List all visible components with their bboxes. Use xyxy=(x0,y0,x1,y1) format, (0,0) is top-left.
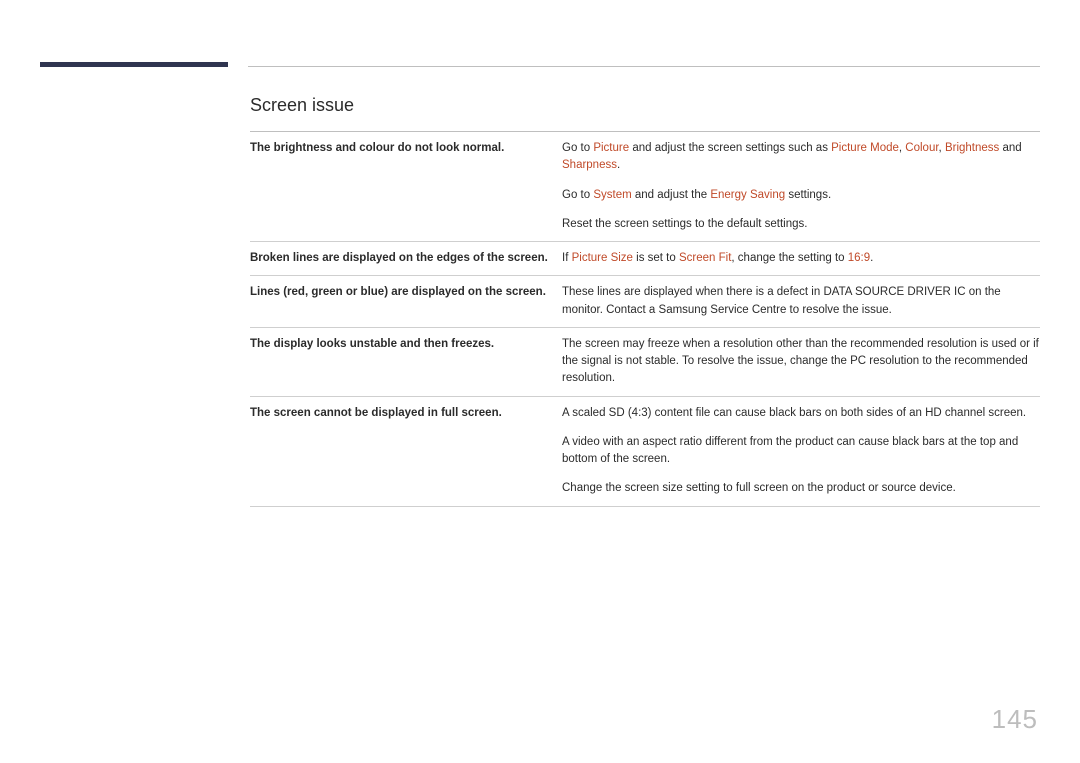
table-row: Lines (red, green or blue) are displayed… xyxy=(250,276,1040,328)
solution-text: Go to xyxy=(562,189,593,201)
troubleshooting-table: The brightness and colour do not look no… xyxy=(250,131,1040,507)
solution-text: These lines are displayed when there is … xyxy=(562,286,1001,315)
highlighted-term: System xyxy=(593,189,631,201)
manual-page: Screen issue The brightness and colour d… xyxy=(0,0,1080,763)
solution-text: A video with an aspect ratio different f… xyxy=(562,436,1018,465)
solution-text: Reset the screen settings to the default… xyxy=(562,218,807,230)
solution-cell: Go to Picture and adjust the screen sett… xyxy=(562,132,1040,183)
table-row: The display looks unstable and then free… xyxy=(250,327,1040,396)
highlighted-term: Picture Size xyxy=(572,252,633,264)
top-rule xyxy=(248,66,1040,67)
table-row: Broken lines are displayed on the edges … xyxy=(250,242,1040,276)
solution-cell: These lines are displayed when there is … xyxy=(562,276,1040,328)
section-title: Screen issue xyxy=(250,95,354,116)
issue-cell: The screen cannot be displayed in full s… xyxy=(250,396,562,430)
solution-text: Change the screen size setting to full s… xyxy=(562,482,956,494)
table-row: Go to System and adjust the Energy Savin… xyxy=(250,183,1040,212)
highlighted-term: Screen Fit xyxy=(679,252,731,264)
table-row: Change the screen size setting to full s… xyxy=(250,476,1040,506)
solution-text: , change the setting to xyxy=(731,252,847,264)
issue-cell xyxy=(250,430,562,477)
solution-text: and xyxy=(999,142,1021,154)
issue-cell xyxy=(250,183,562,212)
solution-text: A scaled SD (4:3) content file can cause… xyxy=(562,407,1026,419)
table-row: Reset the screen settings to the default… xyxy=(250,212,1040,242)
issue-cell xyxy=(250,212,562,242)
highlighted-term: Picture xyxy=(593,142,629,154)
issue-cell: The display looks unstable and then free… xyxy=(250,327,562,396)
issue-cell: Broken lines are displayed on the edges … xyxy=(250,242,562,276)
highlighted-term: Colour xyxy=(905,142,938,154)
issue-cell: Lines (red, green or blue) are displayed… xyxy=(250,276,562,328)
solution-text: The screen may freeze when a resolution … xyxy=(562,338,1039,385)
solution-cell: If Picture Size is set to Screen Fit, ch… xyxy=(562,242,1040,276)
solution-text: Go to xyxy=(562,142,593,154)
highlighted-term: Picture Mode xyxy=(831,142,899,154)
highlighted-term: Brightness xyxy=(945,142,999,154)
table-row: The screen cannot be displayed in full s… xyxy=(250,396,1040,430)
solution-text: . xyxy=(617,159,620,171)
solution-text: If xyxy=(562,252,572,264)
solution-cell: Change the screen size setting to full s… xyxy=(562,476,1040,506)
table-row: The brightness and colour do not look no… xyxy=(250,132,1040,183)
highlighted-term: Energy Saving xyxy=(710,189,785,201)
solution-cell: The screen may freeze when a resolution … xyxy=(562,327,1040,396)
solution-text: and adjust the xyxy=(632,189,711,201)
solution-text: settings. xyxy=(785,189,831,201)
solution-cell: A video with an aspect ratio different f… xyxy=(562,430,1040,477)
table-body: The brightness and colour do not look no… xyxy=(250,132,1040,507)
solution-text: . xyxy=(870,252,873,264)
solution-text: and adjust the screen settings such as xyxy=(629,142,831,154)
issue-cell xyxy=(250,476,562,506)
page-number: 145 xyxy=(992,704,1038,735)
solution-cell: A scaled SD (4:3) content file can cause… xyxy=(562,396,1040,430)
highlighted-term: 16:9 xyxy=(848,252,870,264)
highlighted-term: Sharpness xyxy=(562,159,617,171)
table-row: A video with an aspect ratio different f… xyxy=(250,430,1040,477)
solution-cell: Reset the screen settings to the default… xyxy=(562,212,1040,242)
solution-text: is set to xyxy=(633,252,679,264)
solution-cell: Go to System and adjust the Energy Savin… xyxy=(562,183,1040,212)
accent-bar xyxy=(40,62,228,67)
issue-cell: The brightness and colour do not look no… xyxy=(250,132,562,183)
